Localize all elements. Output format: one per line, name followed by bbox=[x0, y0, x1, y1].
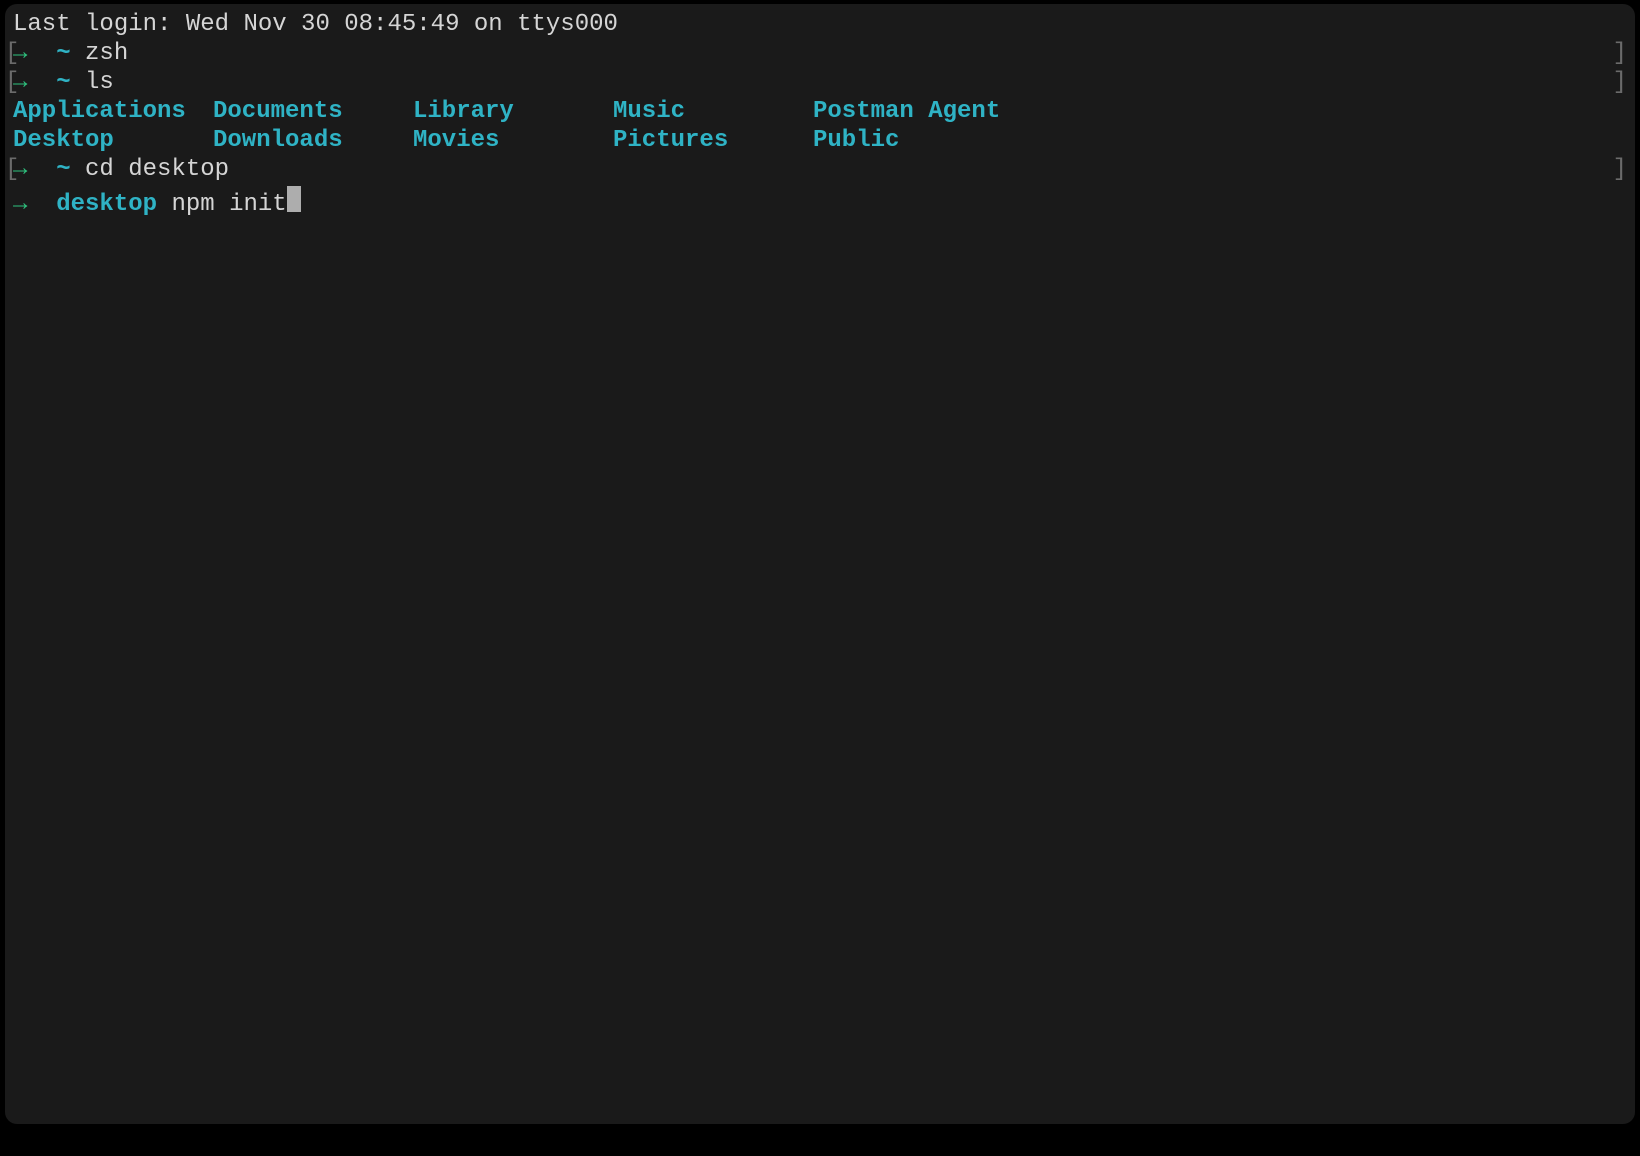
bracket-left-icon: [ bbox=[5, 68, 19, 97]
prompt-line-cd: [ → ~ cd desktop ] bbox=[5, 155, 1635, 184]
terminal-window[interactable]: Last login: Wed Nov 30 08:45:49 on ttys0… bbox=[5, 4, 1635, 1124]
command-npm-init[interactable]: npm init bbox=[171, 190, 286, 219]
directory-name: Postman Agent bbox=[813, 97, 1063, 126]
cursor-block-icon bbox=[287, 186, 301, 212]
directory-name: Downloads bbox=[213, 126, 413, 155]
bracket-right-icon: ] bbox=[1613, 39, 1627, 68]
directory-name: Movies bbox=[413, 126, 613, 155]
prompt-line-ls: [ → ~ ls ] bbox=[5, 68, 1635, 97]
command-zsh: zsh bbox=[85, 39, 128, 68]
directory-name: Desktop bbox=[13, 126, 213, 155]
directory-name: Applications bbox=[13, 97, 213, 126]
prompt-line-zsh: [ → ~ zsh ] bbox=[5, 39, 1635, 68]
directory-name: Library bbox=[413, 97, 613, 126]
bracket-left-icon: [ bbox=[5, 155, 19, 184]
bracket-right-icon: ] bbox=[1613, 68, 1627, 97]
directory-name: Documents bbox=[213, 97, 413, 126]
last-login-text: Last login: Wed Nov 30 08:45:49 on ttys0… bbox=[5, 10, 1635, 39]
prompt-path-desktop: desktop bbox=[56, 190, 157, 219]
prompt-arrow-icon: → bbox=[13, 190, 27, 219]
ls-output-row: Desktop Downloads Movies Pictures Public bbox=[5, 126, 1635, 155]
directory-name: Pictures bbox=[613, 126, 813, 155]
prompt-path-home: ~ bbox=[56, 155, 70, 184]
prompt-line-active[interactable]: → desktop npm init bbox=[5, 184, 1635, 219]
prompt-path-home: ~ bbox=[56, 39, 70, 68]
command-ls: ls bbox=[85, 68, 114, 97]
command-cd-desktop: cd desktop bbox=[85, 155, 229, 184]
directory-name: Music bbox=[613, 97, 813, 126]
prompt-path-home: ~ bbox=[56, 68, 70, 97]
bracket-right-icon: ] bbox=[1613, 155, 1627, 184]
ls-output-row: Applications Documents Library Music Pos… bbox=[5, 97, 1635, 126]
directory-name: Public bbox=[813, 126, 1063, 155]
bracket-left-icon: [ bbox=[5, 39, 19, 68]
